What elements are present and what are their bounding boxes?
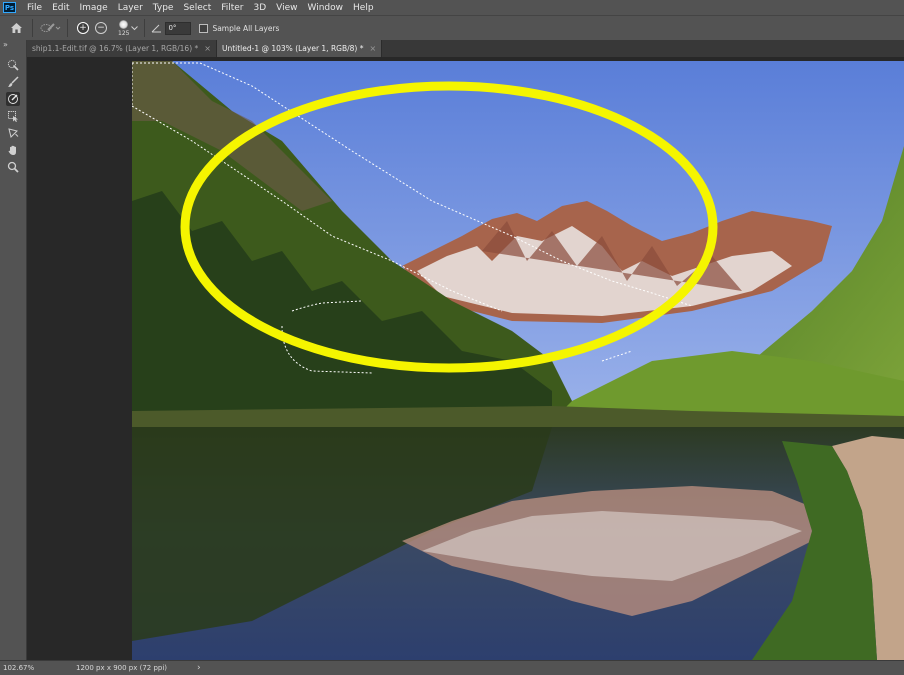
brush-picker[interactable]: 125 — [118, 19, 130, 37]
menu-3d[interactable]: 3D — [249, 3, 272, 13]
separator — [67, 19, 68, 37]
tab-label: ship1.1-Edit.tif @ 16.7% (Layer 1, RGB/1… — [32, 44, 199, 53]
tools-panel: » — [0, 40, 27, 660]
subtract-from-selection-button[interactable]: − — [95, 22, 107, 34]
tab-ship-edit[interactable]: ship1.1-Edit.tif @ 16.7% (Layer 1, RGB/1… — [27, 40, 217, 57]
menu-type[interactable]: Type — [148, 3, 179, 13]
chevron-right-icon[interactable]: › — [197, 663, 201, 673]
status-bar: 102.67% 1200 px x 900 px (72 ppi) › — [0, 660, 904, 675]
chevron-down-icon[interactable] — [131, 25, 139, 31]
separator — [32, 19, 33, 37]
separator — [144, 19, 146, 37]
object-selection-icon[interactable] — [6, 109, 20, 123]
menu-file[interactable]: File — [22, 3, 47, 13]
options-bar: + − 125 0° Sample All Layers — [0, 15, 904, 40]
angle-icon — [151, 24, 162, 33]
collapse-panel-button[interactable]: » — [3, 40, 8, 49]
menu-edit[interactable]: Edit — [47, 3, 74, 13]
menu-view[interactable]: View — [271, 3, 302, 13]
menu-help[interactable]: Help — [348, 3, 379, 13]
close-icon[interactable]: × — [204, 44, 211, 53]
home-icon[interactable] — [10, 22, 23, 34]
menu-layer[interactable]: Layer — [113, 3, 148, 13]
brush-icon[interactable] — [6, 75, 20, 89]
menu-window[interactable]: Window — [303, 3, 349, 13]
menu-select[interactable]: Select — [178, 3, 216, 13]
document-image[interactable] — [132, 61, 904, 660]
tab-label: Untitled-1 @ 103% (Layer 1, RGB/8) * — [221, 44, 364, 53]
zoom-level[interactable]: 102.67% — [0, 664, 43, 672]
hand-icon[interactable] — [6, 143, 20, 157]
menu-bar: Ps File Edit Image Layer Type Select Fil… — [0, 0, 904, 15]
add-to-selection-button[interactable]: + — [77, 22, 89, 34]
photoshop-logo: Ps — [3, 2, 16, 13]
canvas-area[interactable] — [27, 57, 904, 660]
menu-image[interactable]: Image — [75, 3, 113, 13]
tab-untitled-1[interactable]: Untitled-1 @ 103% (Layer 1, RGB/8) * × — [216, 40, 383, 57]
close-icon[interactable]: × — [369, 44, 376, 53]
document-tab-bar: ship1.1-Edit.tif @ 16.7% (Layer 1, RGB/1… — [27, 40, 904, 57]
sample-all-layers-label: Sample All Layers — [212, 23, 280, 33]
brush-size-value: 125 — [118, 29, 130, 37]
zoom-icon[interactable] — [6, 160, 20, 174]
brush-preview-icon — [119, 19, 129, 29]
angle-input[interactable]: 0° — [165, 21, 192, 35]
refine-brush-icon[interactable] — [6, 92, 20, 106]
quick-selection-icon[interactable] — [6, 58, 20, 72]
document-info: 1200 px x 900 px (72 ppi) — [76, 664, 168, 672]
lasso-icon[interactable] — [6, 126, 20, 140]
menu-filter[interactable]: Filter — [216, 3, 248, 13]
quick-selection-tool-preset-icon[interactable] — [39, 21, 61, 35]
sample-all-layers-checkbox[interactable] — [199, 23, 209, 33]
